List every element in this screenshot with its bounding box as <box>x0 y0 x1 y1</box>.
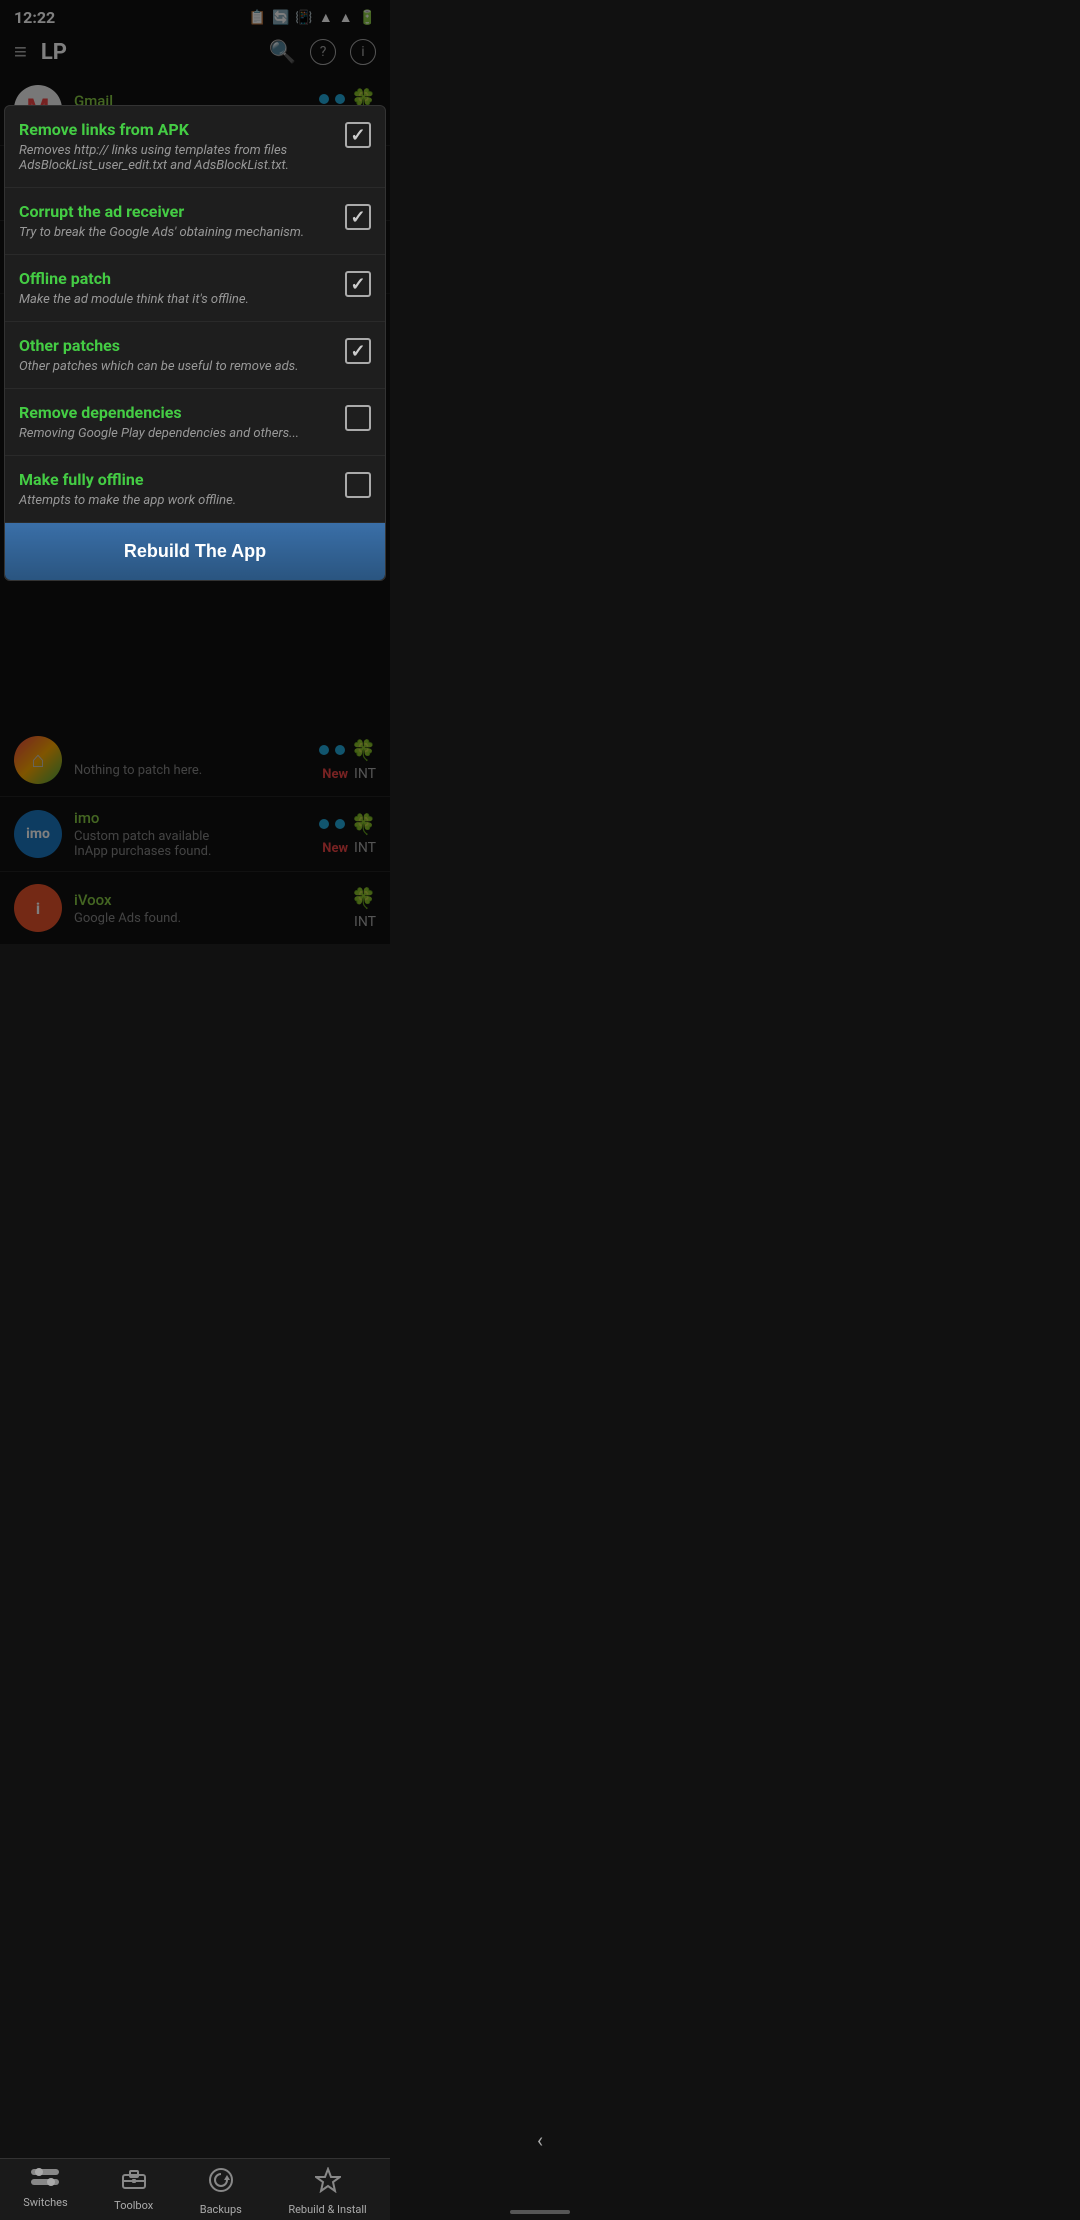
option-desc: Try to break the Google Ads' obtaining m… <box>19 225 335 240</box>
option-desc: Make the ad module think that it's offli… <box>19 292 335 307</box>
other-patches-checkbox[interactable] <box>345 338 371 364</box>
make-offline-checkbox[interactable] <box>345 472 371 498</box>
option-desc: Removes http:// links using templates fr… <box>19 143 335 173</box>
remove-links-checkbox[interactable] <box>345 122 371 148</box>
option-remove-links[interactable]: Remove links from APK Removes http:// li… <box>5 106 385 188</box>
option-title: Other patches <box>19 336 335 355</box>
home-indicator <box>510 2210 570 2214</box>
option-remove-deps[interactable]: Remove dependencies Removing Google Play… <box>5 389 385 456</box>
option-make-offline[interactable]: Make fully offline Attempts to make the … <box>5 456 385 523</box>
option-title: Remove dependencies <box>19 403 335 422</box>
option-title: Make fully offline <box>19 470 335 489</box>
offline-patch-checkbox[interactable] <box>345 271 371 297</box>
switches-icon <box>31 2167 59 2192</box>
toolbox-icon <box>121 2167 147 2195</box>
option-other-patches[interactable]: Other patches Other patches which can be… <box>5 322 385 389</box>
option-corrupt-ad[interactable]: Corrupt the ad receiver Try to break the… <box>5 188 385 255</box>
option-desc: Attempts to make the app work offline. <box>19 493 335 508</box>
option-offline-patch[interactable]: Offline patch Make the ad module think t… <box>5 255 385 322</box>
backups-label: Backups <box>200 2203 242 2216</box>
back-button[interactable]: ‹ <box>537 2128 543 2152</box>
rebuild-install-label: Rebuild & Install <box>288 2203 366 2216</box>
option-title: Corrupt the ad receiver <box>19 202 335 221</box>
bottom-navigation: Switches Toolbox Backups R <box>0 2158 390 2220</box>
option-title: Remove links from APK <box>19 120 335 139</box>
nav-toolbox[interactable]: Toolbox <box>114 2167 153 2216</box>
rebuild-app-button[interactable]: Rebuild The App <box>5 523 385 580</box>
option-desc: Removing Google Play dependencies and ot… <box>19 426 335 441</box>
rebuild-install-icon <box>315 2167 341 2199</box>
nav-backups[interactable]: Backups <box>200 2167 242 2216</box>
patch-options-modal: Remove links from APK Removes http:// li… <box>4 105 386 581</box>
corrupt-ad-checkbox[interactable] <box>345 204 371 230</box>
nav-rebuild-install[interactable]: Rebuild & Install <box>288 2167 366 2216</box>
option-desc: Other patches which can be useful to rem… <box>19 359 335 374</box>
backups-icon <box>208 2167 234 2199</box>
remove-deps-checkbox[interactable] <box>345 405 371 431</box>
switches-label: Switches <box>23 2196 67 2209</box>
option-title: Offline patch <box>19 269 335 288</box>
nav-switches[interactable]: Switches <box>23 2167 67 2216</box>
toolbox-label: Toolbox <box>114 2199 153 2212</box>
